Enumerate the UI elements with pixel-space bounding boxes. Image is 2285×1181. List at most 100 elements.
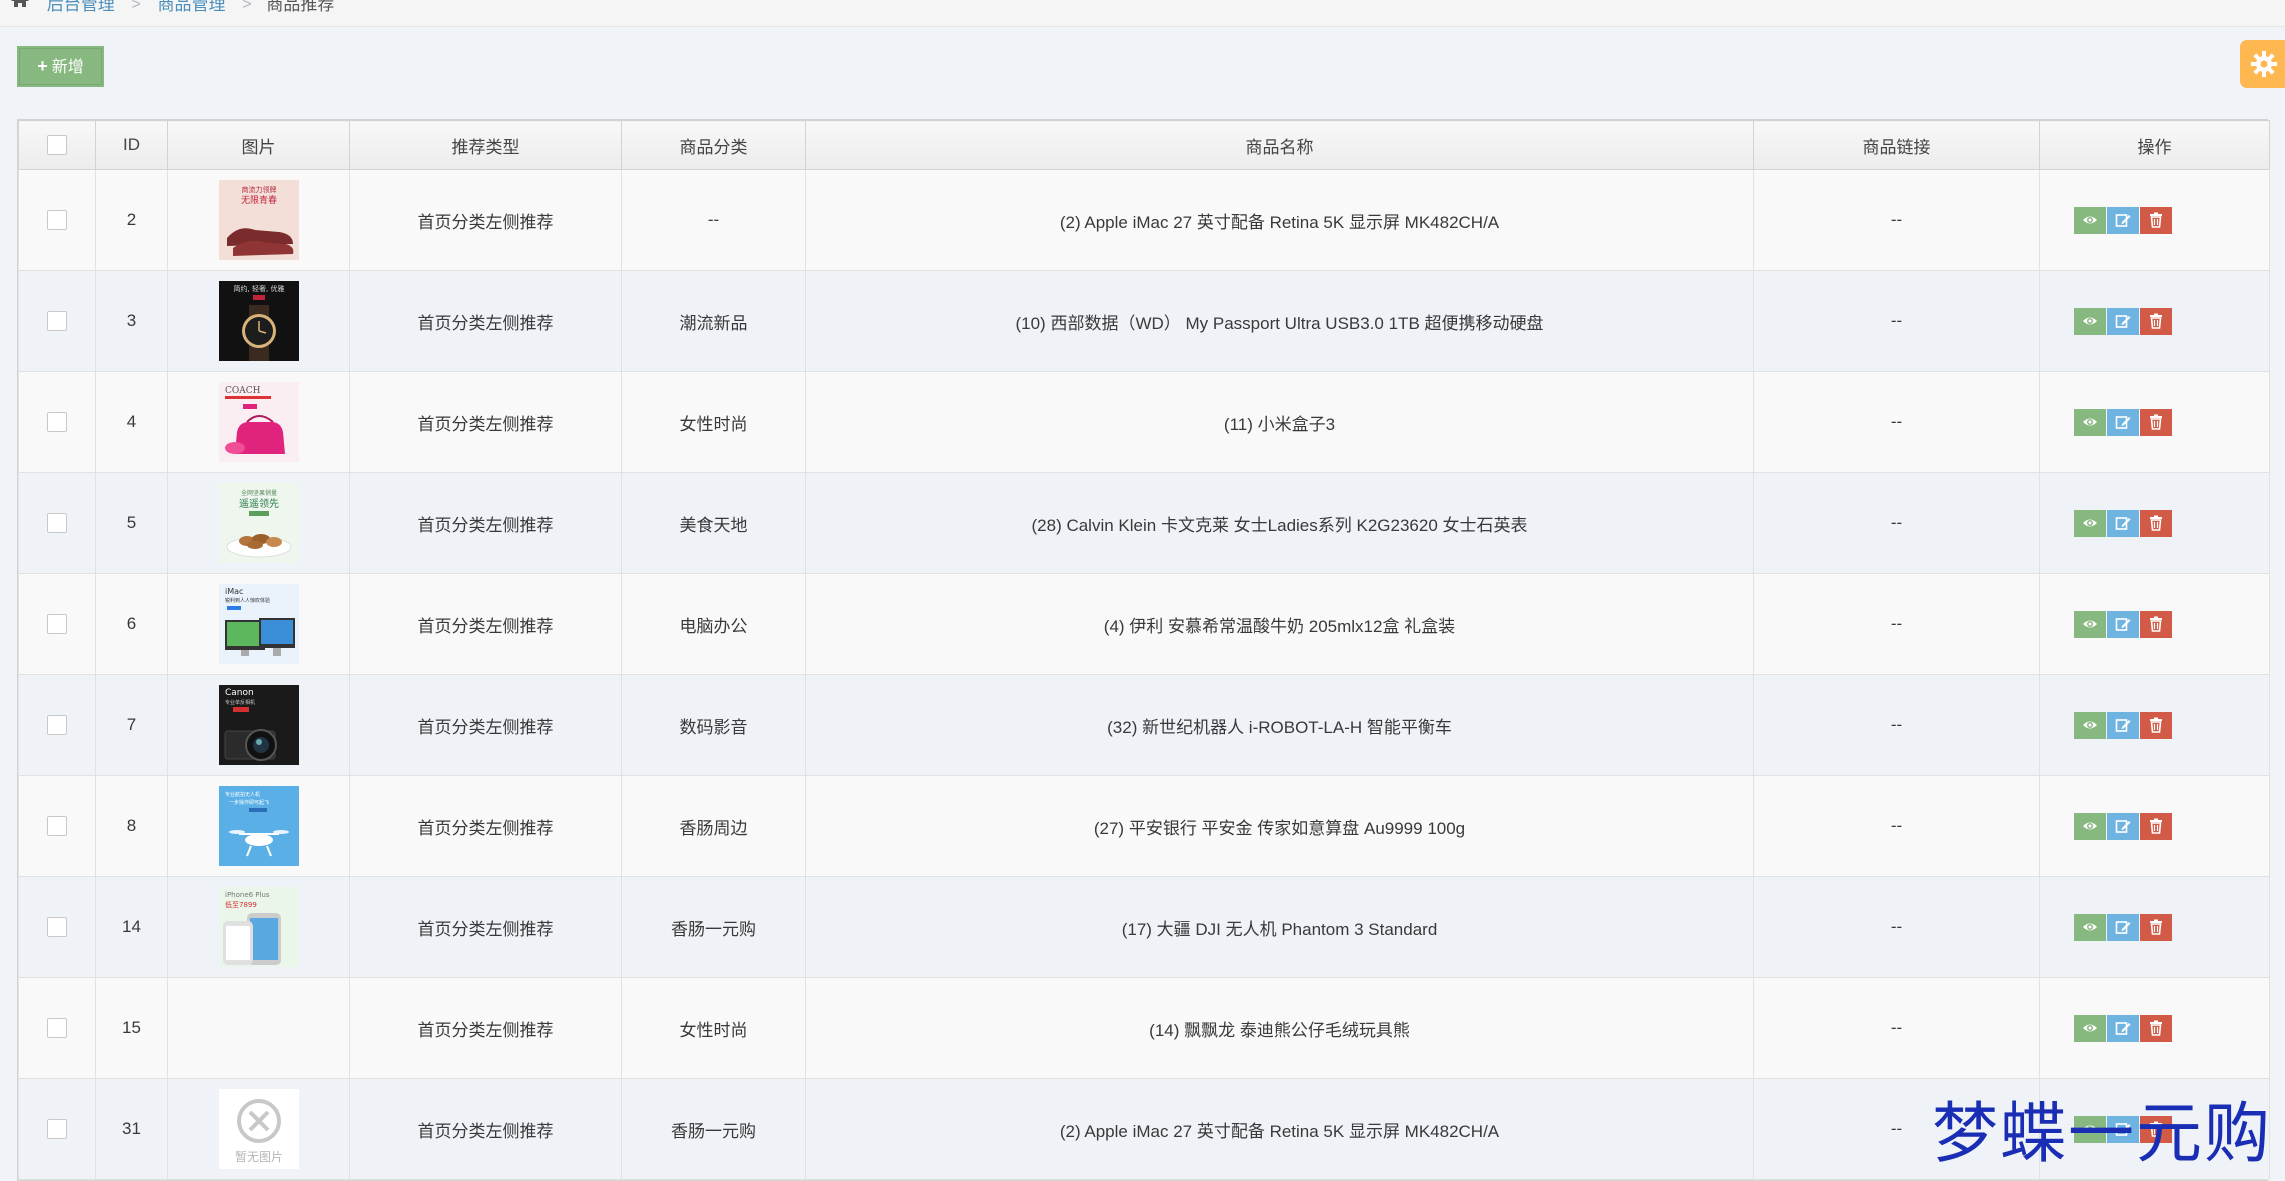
breadcrumb-separator: > bbox=[131, 0, 141, 13]
row-checkbox[interactable] bbox=[47, 412, 67, 433]
edit-button[interactable] bbox=[2107, 812, 2139, 840]
cell-image[interactable]: 专业航拍无人机 一步操作即可起飞 bbox=[167, 775, 350, 877]
edit-button[interactable] bbox=[2107, 206, 2139, 234]
row-checkbox[interactable] bbox=[47, 715, 67, 736]
product-thumbnail[interactable]: 暂无图片 bbox=[169, 1089, 349, 1169]
row-checkbox[interactable] bbox=[47, 513, 67, 534]
row-checkbox[interactable] bbox=[47, 816, 67, 837]
product-thumbnail[interactable]: Canon 专业单反相机 bbox=[169, 685, 349, 765]
cell-id: 5 bbox=[95, 472, 168, 574]
edit-button[interactable] bbox=[2107, 711, 2139, 739]
cell-link: -- bbox=[1753, 876, 2040, 978]
cell-name: (17) 大疆 DJI 无人机 Phantom 3 Standard bbox=[805, 876, 1754, 978]
view-button[interactable] bbox=[2074, 711, 2106, 739]
cell-category: 女性时尚 bbox=[621, 371, 806, 473]
product-thumbnail[interactable]: iPhone6 Plus 低至7899 bbox=[169, 887, 349, 967]
delete-button[interactable] bbox=[2140, 812, 2172, 840]
cell-type: 首页分类左侧推荐 bbox=[349, 876, 622, 978]
cell-type: 首页分类左侧推荐 bbox=[349, 371, 622, 473]
view-button[interactable] bbox=[2074, 1014, 2106, 1042]
column-header-category[interactable]: 商品分类 bbox=[621, 120, 806, 170]
row-checkbox[interactable] bbox=[47, 311, 67, 332]
row-checkbox[interactable] bbox=[47, 1018, 67, 1039]
cell-type: 首页分类左侧推荐 bbox=[349, 977, 622, 1079]
edit-button[interactable] bbox=[2107, 307, 2139, 335]
view-button[interactable] bbox=[2074, 509, 2106, 537]
edit-button[interactable] bbox=[2107, 1014, 2139, 1042]
breadcrumb-link-goods[interactable]: 商品管理 bbox=[158, 0, 226, 14]
cell-image[interactable]: iMac 锐利到人人惊叹体验 bbox=[167, 573, 350, 675]
view-button[interactable] bbox=[2074, 610, 2106, 638]
column-header-type[interactable]: 推荐类型 bbox=[349, 120, 622, 170]
cell-image[interactable]: 暂无图片 bbox=[167, 1078, 350, 1180]
cell-name: (2) Apple iMac 27 英寸配备 Retina 5K 显示屏 MK4… bbox=[805, 1078, 1754, 1180]
delete-button[interactable] bbox=[2140, 913, 2172, 941]
column-header-image[interactable]: 图片 bbox=[167, 120, 350, 170]
row-checkbox[interactable] bbox=[47, 1119, 67, 1140]
delete-button[interactable] bbox=[2140, 610, 2172, 638]
row-select-cell bbox=[18, 573, 96, 675]
cell-image[interactable] bbox=[167, 977, 350, 1079]
delete-button[interactable] bbox=[2140, 1014, 2172, 1042]
cell-image[interactable]: Canon 专业单反相机 bbox=[167, 674, 350, 776]
settings-button[interactable] bbox=[2240, 40, 2285, 88]
cell-type: 首页分类左侧推荐 bbox=[349, 674, 622, 776]
cell-category: 香肠一元购 bbox=[621, 1078, 806, 1180]
svg-text:暂无图片: 暂无图片 bbox=[234, 1150, 282, 1164]
product-thumbnail[interactable]: 商流力领牌 无限青春 bbox=[169, 180, 349, 260]
cell-id: 3 bbox=[95, 270, 168, 372]
cell-image[interactable]: 全网坚果销量 遥遥领先 bbox=[167, 472, 350, 574]
delete-button[interactable] bbox=[2140, 711, 2172, 739]
cell-image[interactable]: 商流力领牌 无限青春 bbox=[167, 169, 350, 271]
delete-button[interactable] bbox=[2140, 307, 2172, 335]
edit-button[interactable] bbox=[2107, 610, 2139, 638]
breadcrumb-link-admin[interactable]: 后台管理 bbox=[47, 0, 115, 14]
cell-image[interactable]: iPhone6 Plus 低至7899 bbox=[167, 876, 350, 978]
row-select-cell bbox=[18, 876, 96, 978]
delete-button[interactable] bbox=[2140, 206, 2172, 234]
plus-icon: + bbox=[37, 56, 48, 76]
add-button[interactable]: + 新增 bbox=[17, 46, 104, 87]
column-header-name[interactable]: 商品名称 bbox=[805, 120, 1754, 170]
edit-button[interactable] bbox=[2107, 509, 2139, 537]
product-thumbnail[interactable]: 简约, 轻奢, 优雅 bbox=[169, 281, 349, 361]
product-thumbnail[interactable]: COACH bbox=[169, 382, 349, 462]
cell-id: 6 bbox=[95, 573, 168, 675]
cell-category: 美食天地 bbox=[621, 472, 806, 574]
row-checkbox[interactable] bbox=[47, 917, 67, 938]
edit-button[interactable] bbox=[2107, 408, 2139, 436]
cell-actions bbox=[2039, 573, 2270, 675]
row-select-cell bbox=[18, 775, 96, 877]
column-header-id[interactable]: ID bbox=[95, 120, 168, 170]
product-thumbnail[interactable]: iMac 锐利到人人惊叹体验 bbox=[169, 584, 349, 664]
product-thumbnail[interactable]: 专业航拍无人机 一步操作即可起飞 bbox=[169, 786, 349, 866]
select-all-checkbox[interactable] bbox=[47, 135, 67, 156]
cell-image[interactable]: 简约, 轻奢, 优雅 bbox=[167, 270, 350, 372]
product-thumbnail[interactable]: 全网坚果销量 遥遥领先 bbox=[169, 483, 349, 563]
row-select-cell bbox=[18, 371, 96, 473]
home-icon[interactable] bbox=[10, 0, 30, 8]
table-row: 15 首页分类左侧推荐 女性时尚 (14) 飘飘龙 泰迪熊公仔毛绒玩具熊 -- bbox=[18, 977, 2270, 1079]
delete-button[interactable] bbox=[2140, 408, 2172, 436]
cell-type: 首页分类左侧推荐 bbox=[349, 775, 622, 877]
edit-button[interactable] bbox=[2107, 913, 2139, 941]
cell-id: 7 bbox=[95, 674, 168, 776]
view-button[interactable] bbox=[2074, 812, 2106, 840]
view-button[interactable] bbox=[2074, 408, 2106, 436]
cell-actions bbox=[2039, 775, 2270, 877]
cell-type: 首页分类左侧推荐 bbox=[349, 472, 622, 574]
view-button[interactable] bbox=[2074, 913, 2106, 941]
cell-link: -- bbox=[1753, 169, 2040, 271]
svg-text:Canon: Canon bbox=[225, 688, 254, 698]
table-row: 2 商流力领牌 无限青春 首页分类左侧推荐 -- (2) Apple iMac … bbox=[18, 169, 2270, 271]
cell-image[interactable]: COACH bbox=[167, 371, 350, 473]
column-header-link[interactable]: 商品链接 bbox=[1753, 120, 2040, 170]
table-header-row: ID 图片 推荐类型 商品分类 商品名称 商品链接 操作 bbox=[18, 120, 2270, 170]
delete-button[interactable] bbox=[2140, 509, 2172, 537]
row-checkbox[interactable] bbox=[47, 614, 67, 635]
row-checkbox[interactable] bbox=[47, 210, 67, 231]
view-button[interactable] bbox=[2074, 307, 2106, 335]
cell-id: 4 bbox=[95, 371, 168, 473]
add-button-label: 新增 bbox=[51, 59, 84, 76]
view-button[interactable] bbox=[2074, 206, 2106, 234]
